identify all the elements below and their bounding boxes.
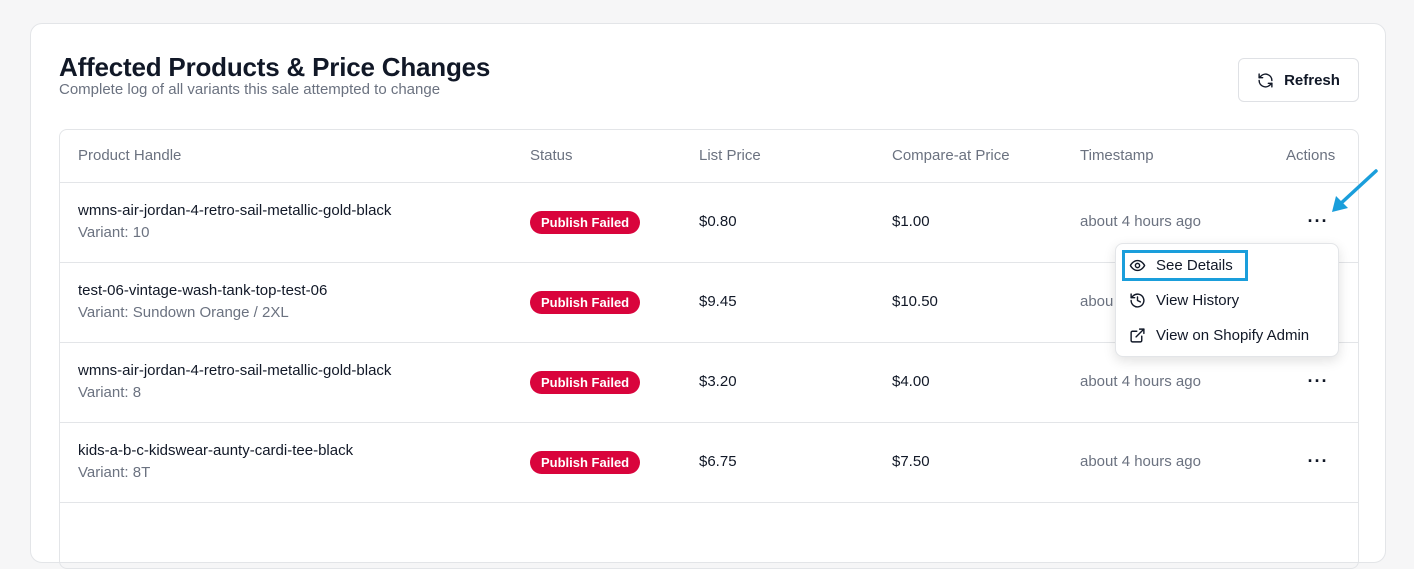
refresh-label: Refresh (1284, 71, 1340, 89)
variant-label: Variant: 10 (78, 224, 150, 241)
timestamp: abou (1080, 293, 1114, 310)
product-handle: wmns-air-jordan-4-retro-sail-metallic-go… (78, 202, 392, 219)
status-badge: Publish Failed (530, 291, 641, 314)
menu-item-label: See Details (1156, 257, 1233, 274)
variant-label: Variant: 8 (78, 384, 142, 401)
menu-item-see-details[interactable]: See Details (1122, 250, 1248, 281)
menu-item-label: View on Shopify Admin (1156, 327, 1310, 344)
product-handle: kids-a-b-c-kidswear-aunty-cardi-tee-blac… (78, 442, 354, 459)
page-subtitle: Complete log of all variants this sale a… (59, 81, 441, 98)
menu-item-view-history[interactable]: View History (1122, 285, 1239, 316)
pointer-arrow-icon (1332, 169, 1378, 212)
more-icon: ··· (1307, 371, 1329, 391)
menu-item-view-shopify-admin[interactable]: View on Shopify Admin (1122, 320, 1309, 351)
list-price: $3.20 (699, 373, 737, 390)
timestamp: about 4 hours ago (1080, 453, 1201, 470)
list-price: $9.45 (699, 293, 737, 310)
table-header: Product Handle Status List Price Compare… (60, 130, 1358, 183)
col-list-price: List Price (699, 147, 761, 164)
timestamp: about 4 hours ago (1080, 213, 1201, 230)
page-title: Affected Products & Price Changes (59, 52, 491, 82)
row-actions-button[interactable]: ··· (1306, 371, 1330, 391)
compare-price: $1.00 (892, 213, 930, 230)
compare-price: $4.00 (892, 373, 930, 390)
variant-label: Variant: Sundown Orange / 2XL (78, 304, 289, 321)
more-icon: ··· (1307, 211, 1329, 231)
table-row: kids-a-b-c-kidswear-aunty-cardi-tee-blac… (60, 423, 1358, 503)
compare-price: $7.50 (892, 453, 930, 470)
product-handle: test-06-vintage-wash-tank-top-test-06 (78, 282, 328, 299)
eye-icon (1129, 259, 1146, 272)
col-actions: Actions (1286, 147, 1336, 164)
col-timestamp: Timestamp (1080, 147, 1154, 164)
col-product-handle: Product Handle (78, 147, 182, 164)
external-link-icon (1130, 328, 1145, 343)
more-icon: ··· (1307, 451, 1329, 471)
refresh-button[interactable]: Refresh (1238, 58, 1359, 102)
col-status: Status (530, 147, 573, 164)
timestamp: about 4 hours ago (1080, 373, 1201, 390)
status-badge: Publish Failed (530, 371, 641, 394)
variant-label: Variant: 8T (78, 464, 151, 481)
status-badge: Publish Failed (530, 211, 641, 234)
row-actions-menu: See Details View History View on Shopify… (1115, 243, 1339, 357)
row-actions-button[interactable]: ··· (1306, 211, 1330, 231)
col-compare-price: Compare-at Price (892, 147, 1010, 164)
compare-price: $10.50 (892, 293, 938, 310)
row-actions-button[interactable]: ··· (1306, 451, 1330, 471)
refresh-icon (1258, 72, 1273, 88)
list-price: $6.75 (699, 453, 737, 470)
product-handle: wmns-air-jordan-4-retro-sail-metallic-go… (78, 362, 392, 379)
status-badge: Publish Failed (530, 451, 641, 474)
list-price: $0.80 (699, 213, 737, 230)
menu-item-label: View History (1156, 292, 1240, 309)
history-icon (1130, 293, 1145, 308)
